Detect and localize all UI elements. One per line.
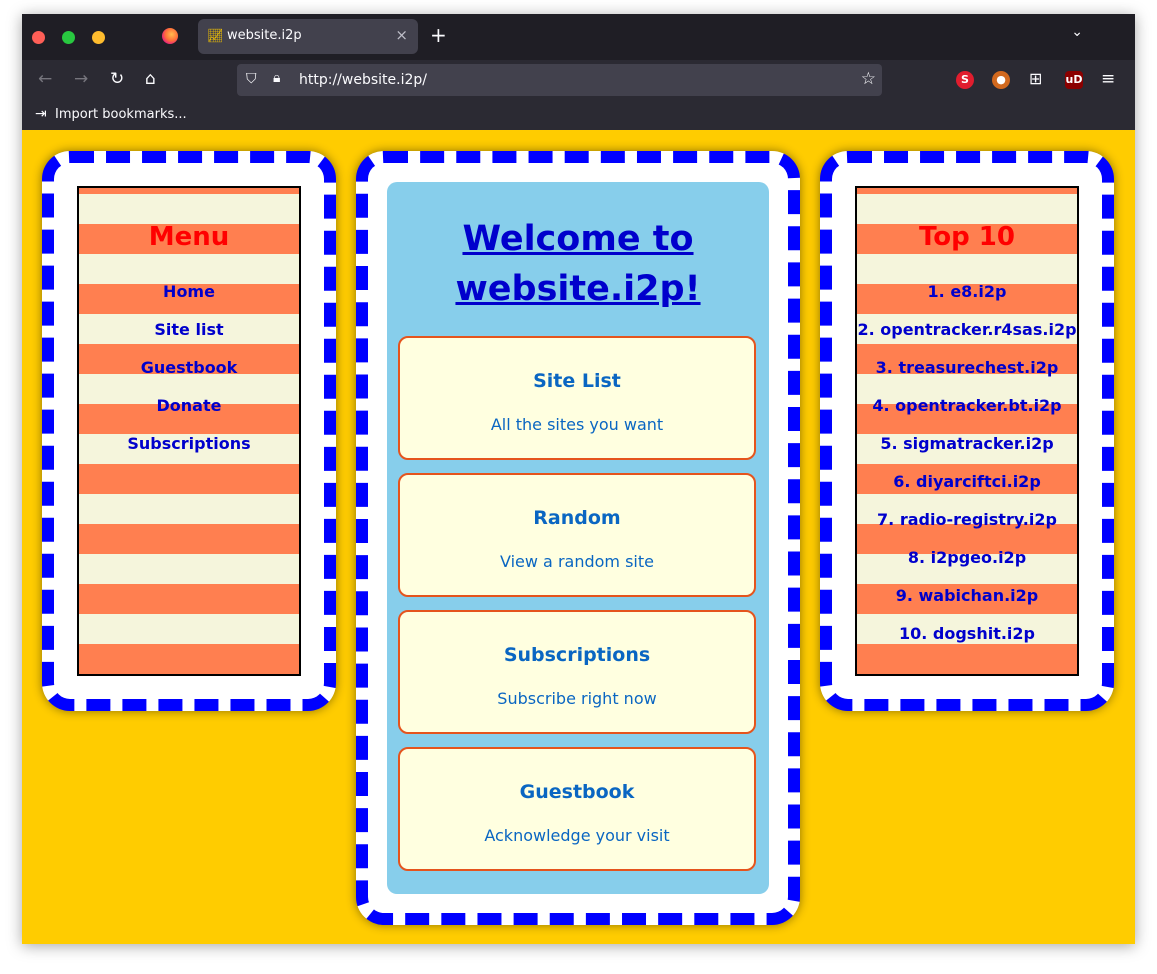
shield-icon[interactable]: ⛉ xyxy=(246,71,257,87)
card-title: Random xyxy=(533,507,621,529)
welcome-line-1[interactable]: Welcome to xyxy=(387,214,769,264)
card-description: View a random site xyxy=(500,552,654,571)
menu-link-guestbook[interactable]: Guestbook xyxy=(141,358,238,377)
tab-website[interactable]: 📈︎ website.i2p × xyxy=(198,19,418,54)
list-item: Donate xyxy=(79,392,299,430)
top10-link[interactable]: 8. i2pgeo.i2p xyxy=(908,548,1026,567)
menu-link-subscriptions[interactable]: Subscriptions xyxy=(127,434,250,453)
home-icon[interactable]: ⌂ xyxy=(145,69,156,89)
list-item: 6. diyarciftci.i2p xyxy=(857,468,1077,506)
menu-list: Home Site list Guestbook Donate Subscrip… xyxy=(79,278,299,468)
navigation-toolbar: ← → ↻ ⌂ ⛉ 🔒︎ http://website.i2p/ ☆ S ● ⊞… xyxy=(22,60,1135,100)
tab-list-chevron-down-icon[interactable]: ⌄ xyxy=(1071,24,1083,40)
welcome-line-2[interactable]: website.i2p! xyxy=(387,264,769,314)
minimize-window-button[interactable] xyxy=(92,31,105,44)
url-input[interactable]: http://website.i2p/ xyxy=(299,72,427,88)
import-bookmarks-link[interactable]: Import bookmarks... xyxy=(55,107,187,122)
stripe xyxy=(79,644,299,674)
card-title: Site List xyxy=(533,370,621,392)
bookmark-star-icon[interactable]: ☆ xyxy=(861,69,876,89)
top10-link[interactable]: 9. wabichan.i2p xyxy=(896,586,1039,605)
maximize-window-button[interactable] xyxy=(62,31,75,44)
menu-panel: Menu Home Site list Guestbook Donate Sub… xyxy=(42,151,336,711)
card-description: Acknowledge your visit xyxy=(484,826,670,845)
list-item: 7. radio-registry.i2p xyxy=(857,506,1077,544)
bookmarks-bar: ⇥ Import bookmarks... xyxy=(22,100,1135,130)
welcome-heading[interactable]: Welcome to website.i2p! xyxy=(387,214,769,314)
top10-link[interactable]: 6. diyarciftci.i2p xyxy=(893,472,1041,491)
list-item: 9. wabichan.i2p xyxy=(857,582,1077,620)
stripe xyxy=(79,614,299,644)
web-page: Menu Home Site list Guestbook Donate Sub… xyxy=(22,131,1135,944)
card-guestbook[interactable]: Guestbook Acknowledge your visit xyxy=(398,747,756,871)
list-item: Site list xyxy=(79,316,299,354)
top10-list: 1. e8.i2p 2. opentracker.r4sas.i2p 3. tr… xyxy=(857,278,1077,658)
lock-icon[interactable]: 🔒︎ xyxy=(273,70,280,86)
tab-close-icon[interactable]: × xyxy=(395,26,408,44)
back-arrow-icon[interactable]: ← xyxy=(38,69,52,89)
stripe xyxy=(857,194,1077,224)
list-item: 5. sigmatracker.i2p xyxy=(857,430,1077,468)
import-icon: ⇥ xyxy=(35,106,47,122)
top10-link[interactable]: 4. opentracker.bt.i2p xyxy=(872,396,1061,415)
top10-panel: Top 10 1. e8.i2p 2. opentracker.r4sas.i2… xyxy=(820,151,1114,711)
top10-link[interactable]: 7. radio-registry.i2p xyxy=(877,510,1057,529)
stripe xyxy=(79,524,299,554)
tab-title: website.i2p xyxy=(227,28,302,43)
list-item: 8. i2pgeo.i2p xyxy=(857,544,1077,582)
top10-link[interactable]: 5. sigmatracker.i2p xyxy=(880,434,1053,453)
menu-box: Menu Home Site list Guestbook Donate Sub… xyxy=(77,186,301,676)
list-item: Home xyxy=(79,278,299,316)
extension-s-icon[interactable]: S xyxy=(956,71,974,89)
menu-link-site-list[interactable]: Site list xyxy=(154,320,223,339)
stripe xyxy=(79,554,299,584)
top10-box: Top 10 1. e8.i2p 2. opentracker.r4sas.i2… xyxy=(855,186,1079,676)
card-subscriptions[interactable]: Subscriptions Subscribe right now xyxy=(398,610,756,734)
browser-window: 📈︎ website.i2p × + ⌄ ← → ↻ ⌂ ⛉ 🔒︎ http:/… xyxy=(22,14,1135,944)
list-item: 10. dogshit.i2p xyxy=(857,620,1077,658)
card-description: All the sites you want xyxy=(490,415,664,434)
menu-link-home[interactable]: Home xyxy=(163,282,215,301)
hamburger-menu-icon[interactable]: ≡ xyxy=(1101,69,1115,89)
site-favicon-icon: 📈︎ xyxy=(207,29,224,44)
menu-title: Menu xyxy=(148,222,230,252)
title-bar: 📈︎ website.i2p × + ⌄ xyxy=(22,14,1135,60)
top10-title: Top 10 xyxy=(919,222,1015,252)
reload-icon[interactable]: ↻ xyxy=(110,69,124,89)
list-item: 2. opentracker.r4sas.i2p xyxy=(857,316,1077,354)
list-item: Subscriptions xyxy=(79,430,299,468)
ublock-origin-icon[interactable]: uD xyxy=(1065,71,1083,89)
list-item: Guestbook xyxy=(79,354,299,392)
main-panel: Welcome to website.i2p! Site List All th… xyxy=(356,151,800,925)
card-site-list[interactable]: Site List All the sites you want xyxy=(398,336,756,460)
card-title: Subscriptions xyxy=(503,644,651,666)
extensions-puzzle-icon[interactable]: ⊞ xyxy=(1029,69,1042,89)
list-item: 4. opentracker.bt.i2p xyxy=(857,392,1077,430)
forward-arrow-icon[interactable]: → xyxy=(74,69,88,89)
list-item: 1. e8.i2p xyxy=(857,278,1077,316)
new-tab-button[interactable]: + xyxy=(430,23,447,47)
top10-link[interactable]: 1. e8.i2p xyxy=(928,282,1007,301)
top10-link[interactable]: 3. treasurechest.i2p xyxy=(876,358,1059,377)
main-content: Welcome to website.i2p! Site List All th… xyxy=(387,182,769,894)
top10-link[interactable]: 2. opentracker.r4sas.i2p xyxy=(857,320,1076,339)
firefox-icon xyxy=(162,28,178,44)
stripe xyxy=(79,494,299,524)
card-random[interactable]: Random View a random site xyxy=(398,473,756,597)
menu-link-donate[interactable]: Donate xyxy=(157,396,222,415)
stripe xyxy=(79,194,299,224)
list-item: 3. treasurechest.i2p xyxy=(857,354,1077,392)
address-bar[interactable]: ⛉ 🔒︎ http://website.i2p/ ☆ xyxy=(237,64,882,96)
card-title: Guestbook xyxy=(519,781,635,803)
stripe xyxy=(79,464,299,494)
close-window-button[interactable] xyxy=(32,31,45,44)
extension-cookie-icon[interactable]: ● xyxy=(992,71,1010,89)
card-description: Subscribe right now xyxy=(497,689,657,708)
stripe xyxy=(79,584,299,614)
top10-link[interactable]: 10. dogshit.i2p xyxy=(899,624,1035,643)
